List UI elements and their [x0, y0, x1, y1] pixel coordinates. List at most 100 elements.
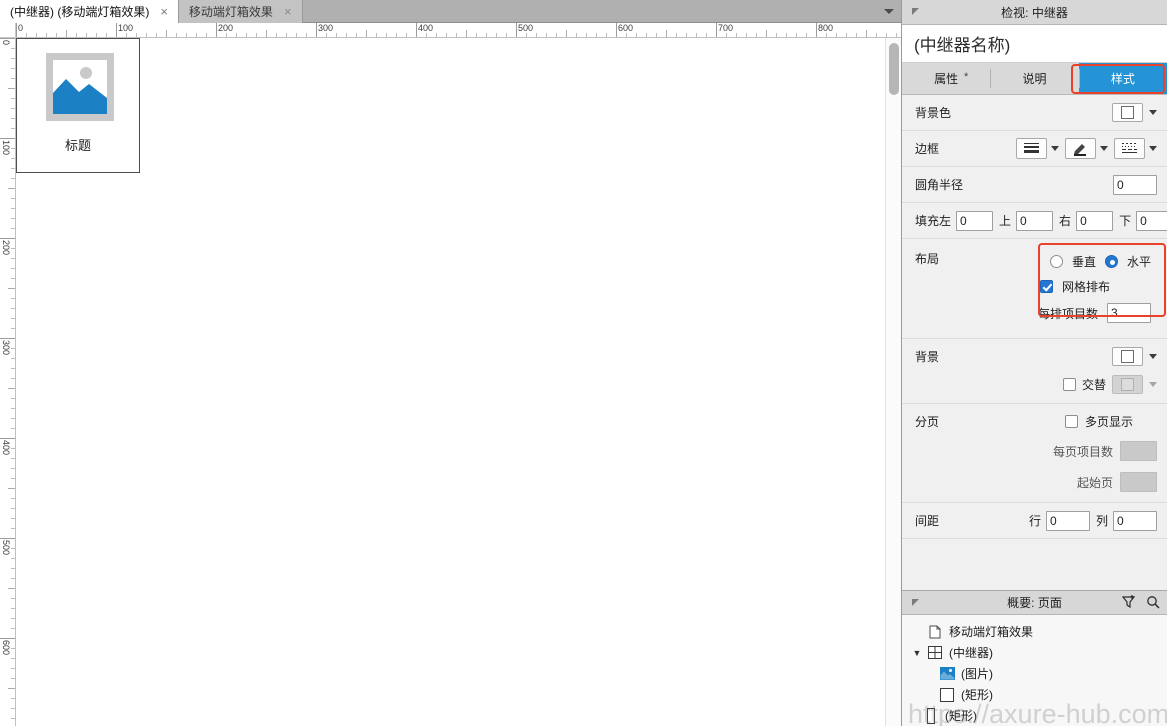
chevron-down-icon[interactable] [1149, 382, 1157, 387]
border-width-icon[interactable] [1016, 138, 1047, 159]
search-icon[interactable] [1146, 595, 1160, 612]
collapse-panel-icon[interactable] [910, 6, 922, 18]
label-spacing: 间距 [915, 514, 940, 528]
tree-node-label: (矩形) [961, 688, 993, 702]
label-grid-layout: 网格排布 [1061, 280, 1110, 294]
tree-node-rectangle-1[interactable]: (矩形) [902, 684, 1167, 705]
vertical-ruler: 0 100 200 300 400 500 600 [0, 38, 16, 726]
tab-properties[interactable]: 属性 * [902, 63, 990, 94]
ruler-tick [8, 388, 15, 389]
ruler-label: 300 [318, 23, 334, 33]
border-pattern-control[interactable] [1114, 138, 1157, 159]
background-main-line: 背景 [915, 347, 1157, 366]
canvas-widget-repeater-item[interactable]: 标题 [16, 38, 140, 173]
tab-mobile-lightbox[interactable]: 移动端灯箱效果 × [178, 0, 303, 23]
items-per-page-input[interactable] [1120, 441, 1157, 461]
spacing-row-group: 行 [1029, 510, 1090, 531]
ruler-tick [866, 30, 867, 37]
padding-right-group: 右 [1059, 210, 1114, 231]
tab-style[interactable]: 样式 [1078, 63, 1167, 94]
chevron-down-icon[interactable] [1051, 146, 1059, 151]
label-horizontal: 水平 [1126, 255, 1151, 269]
ruler-label: 700 [718, 23, 734, 33]
border-width-control[interactable] [1016, 138, 1059, 159]
filter-icon[interactable] [1121, 595, 1136, 612]
chevron-down-icon [884, 8, 894, 14]
row-layout: 布局 垂直 水平 网格排布 每排项目数 [902, 239, 1167, 339]
tab-overflow-button[interactable] [877, 0, 901, 22]
ruler-tick [766, 30, 767, 37]
ruler-label: 0 [1, 40, 11, 46]
grid-layout-group: 网格排布 [1039, 278, 1110, 295]
items-per-row-input[interactable] [1107, 303, 1151, 323]
checkbox-grid-layout[interactable] [1039, 280, 1053, 293]
scrollbar-thumb[interactable] [889, 43, 899, 95]
tab-label: (中继器) (移动端灯箱效果) [10, 5, 150, 19]
padding-left-label: 左 [939, 214, 952, 228]
spacing-row-input[interactable] [1045, 510, 1090, 531]
radio-horizontal[interactable] [1104, 255, 1118, 268]
start-page-input[interactable] [1120, 472, 1157, 492]
canvas-vertical-scrollbar[interactable] [885, 38, 901, 726]
chevron-down-icon[interactable] [1149, 354, 1157, 359]
background-fill-swatch [1121, 350, 1134, 363]
rectangle-tall-icon [922, 707, 940, 724]
label-padding: 填充 [915, 214, 940, 228]
tree-disclosure-expanded[interactable]: ▼ [910, 648, 924, 658]
checkbox-multipage[interactable] [1064, 415, 1078, 428]
ruler-label: 100 [1, 140, 11, 156]
widget-name-field[interactable]: (中继器名称) [902, 25, 1167, 63]
tab-notes[interactable]: 说明 [990, 63, 1078, 94]
radio-vertical[interactable] [1049, 255, 1063, 268]
design-canvas[interactable]: 标题 [16, 38, 885, 726]
ruler-label: 100 [118, 23, 134, 33]
chevron-down-icon[interactable] [1149, 110, 1157, 115]
page-icon [926, 625, 944, 639]
close-icon[interactable]: × [282, 5, 294, 18]
ruler-label: 800 [818, 23, 834, 33]
row-background-color: 背景色 [902, 95, 1167, 131]
checkbox-alternate-background[interactable] [1062, 378, 1076, 391]
widget-label: 标题 [64, 138, 91, 153]
alternate-color-button[interactable] [1112, 375, 1143, 394]
alternate-color-swatch [1121, 378, 1134, 391]
tree-node-page[interactable]: 移动端灯箱效果 [902, 621, 1167, 642]
background-fill-button[interactable] [1112, 347, 1143, 366]
tab-repeater-mobile-lightbox[interactable]: (中继器) (移动端灯箱效果) × [0, 0, 179, 23]
items-per-row-group: 每排项目数 [1038, 303, 1151, 323]
padding-bottom-input[interactable] [1136, 210, 1167, 231]
padding-top-group: 上 [999, 210, 1054, 231]
collapse-panel-icon[interactable] [910, 597, 922, 609]
ruler-tick [0, 438, 15, 439]
padding-right-input[interactable] [1076, 210, 1114, 231]
border-color-control[interactable] [1065, 138, 1108, 159]
chevron-down-icon[interactable] [1149, 146, 1157, 151]
tree-node-repeater[interactable]: ▼ (中继器) [902, 642, 1167, 663]
label-border: 边框 [915, 142, 940, 156]
tree-node-image[interactable]: (图片) [902, 663, 1167, 684]
border-pattern-icon[interactable] [1114, 138, 1145, 159]
border-color-icon[interactable] [1065, 138, 1096, 159]
outline-panel: 概要: 页面 移动端灯箱效果 ▼ (中继器) (图片) (矩形) (矩形) ht… [902, 590, 1167, 726]
tab-notes-label: 说明 [1022, 72, 1047, 86]
tree-node-rectangle-2[interactable]: (矩形) [902, 705, 1167, 726]
close-icon[interactable]: × [158, 5, 170, 18]
ruler-tick [8, 288, 15, 289]
row-corner-radius: 圆角半径 [902, 167, 1167, 203]
tree-node-label: (矩形) [945, 709, 977, 723]
ruler-tick [8, 188, 15, 189]
inspector-panel: 检视: 中继器 (中继器名称) 属性 * 说明 样式 背景色 边框 圆角半径 0… [901, 0, 1167, 726]
padding-top-input[interactable] [1016, 210, 1054, 231]
repeater-icon [926, 646, 944, 659]
spacing-column-input[interactable] [1113, 510, 1157, 531]
chevron-down-icon[interactable] [1100, 146, 1108, 151]
outline-tree: 移动端灯箱效果 ▼ (中继器) (图片) (矩形) (矩形) https://a… [902, 615, 1167, 726]
corner-radius-input[interactable] [1113, 174, 1157, 195]
layout-controls: 垂直 水平 网格排布 每排项目数 [1030, 250, 1157, 327]
background-color-button[interactable] [1112, 103, 1143, 122]
spacing-column-group: 列 [1096, 510, 1157, 531]
ruler-tick [66, 30, 67, 37]
horizontal-ruler: 0 100 200 300 400 500 600 700 800 [16, 23, 901, 38]
padding-left-input[interactable] [956, 210, 994, 231]
padding-right-label: 右 [1059, 214, 1072, 228]
